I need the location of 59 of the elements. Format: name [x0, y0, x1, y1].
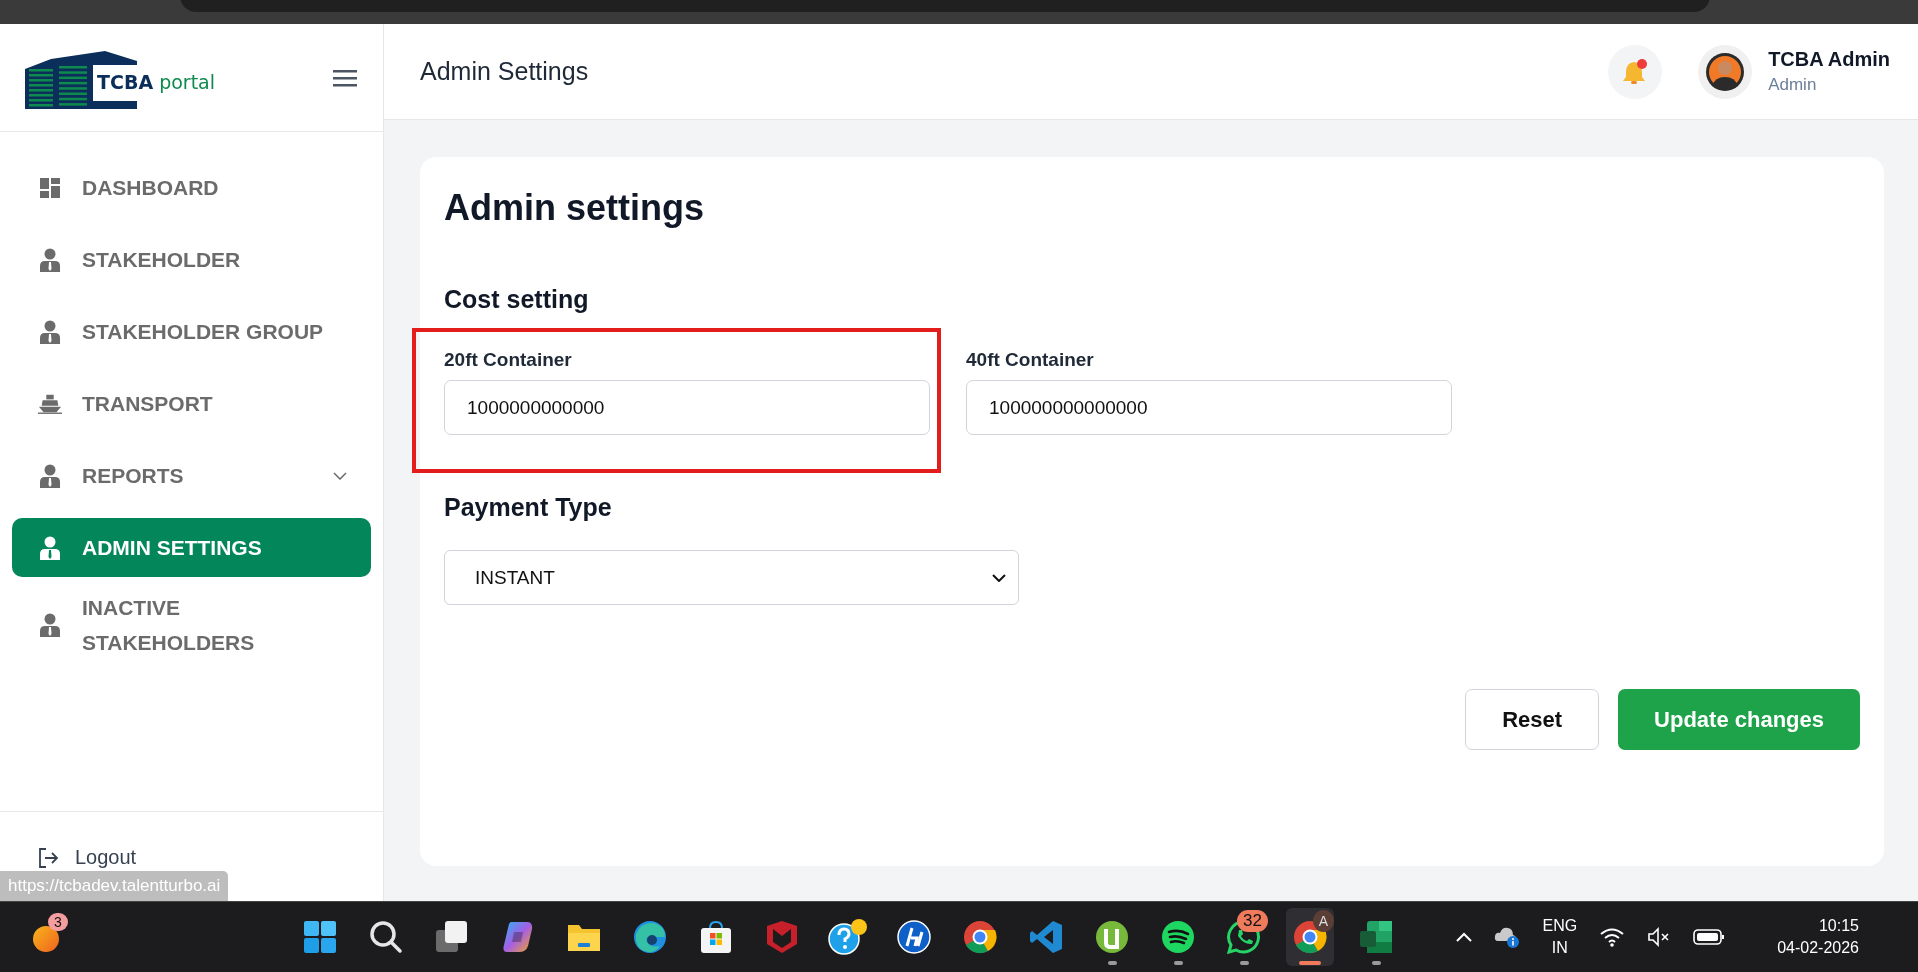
person-icon: [38, 247, 62, 272]
shopping-bag-icon: [699, 920, 733, 954]
section-title: Payment Type: [444, 493, 613, 522]
swirl-globe-icon: [633, 920, 667, 954]
cloud-icon[interactable]: [1494, 925, 1521, 949]
nav-item[interactable]: TRANSPORT: [12, 374, 371, 433]
search-icon: [369, 920, 403, 954]
user-name: TCBA Admin: [1768, 48, 1890, 71]
code-editor-icon: [1029, 920, 1063, 954]
logout-link[interactable]: Logout: [37, 846, 137, 869]
app-badge: A: [1312, 910, 1334, 932]
person-icon: [38, 535, 62, 560]
speaker-muted-icon[interactable]: [1647, 927, 1672, 947]
clock[interactable]: 10:15 04-02-2026: [1777, 915, 1859, 959]
ship-icon: [38, 392, 62, 415]
dashboard-icon: [38, 176, 62, 199]
shield-icon: [765, 920, 799, 954]
reset-button[interactable]: Reset: [1465, 689, 1600, 750]
task-view-icon: [435, 920, 469, 954]
nav-item[interactable]: STAKEHOLDER: [12, 230, 371, 289]
taskbar-app[interactable]: 32: [1220, 908, 1268, 966]
logo-text: TCBA portal: [97, 70, 215, 93]
taskbar-app[interactable]: A: [1286, 908, 1334, 966]
spreadsheet-icon: [1359, 920, 1393, 954]
person-icon: [38, 319, 62, 344]
browser-icon: [963, 920, 997, 954]
person-icon: [38, 613, 62, 637]
caret-icon: [992, 573, 1006, 582]
nav-item[interactable]: STAKEHOLDER GROUP: [12, 302, 371, 361]
ribbon-loop-icon: [501, 920, 535, 954]
logout-icon: [37, 846, 59, 869]
torrent-icon: [1095, 920, 1129, 954]
folder-icon: [567, 922, 601, 952]
input-field[interactable]: 100000000000000: [966, 380, 1452, 435]
field-label: 40ft Container: [966, 349, 1095, 371]
field-label: 20ft Container: [444, 349, 573, 371]
nav-item[interactable]: INACTIVE STAKEHOLDERS: [12, 590, 371, 660]
nav-item[interactable]: DASHBOARD: [12, 158, 371, 217]
input-field[interactable]: 1000000000000: [444, 380, 930, 435]
payment-type-select[interactable]: INSTANT: [444, 550, 1019, 605]
page-title: Admin Settings: [420, 57, 590, 86]
notification-badge: 3: [48, 913, 68, 931]
app-badge: 32: [1237, 910, 1268, 932]
menu-icon[interactable]: [333, 67, 357, 88]
section-title: Cost setting: [444, 285, 590, 314]
user-role: Admin: [1768, 75, 1818, 95]
logo-icon: [897, 920, 931, 954]
widgets-button[interactable]: 3: [24, 908, 72, 966]
windows-icon: [303, 920, 337, 954]
card-title: Admin settings: [444, 187, 705, 229]
chevron-up-icon[interactable]: [1456, 932, 1473, 942]
nav-item[interactable]: REPORTS: [12, 446, 371, 505]
link-url-tooltip: https://tcbadev.talentturbo.ai: [0, 871, 229, 901]
battery-icon[interactable]: [1693, 928, 1726, 946]
input-language[interactable]: ENG IN: [1542, 915, 1578, 959]
nav-item[interactable]: ADMIN SETTINGS: [12, 518, 371, 577]
music-icon: [1161, 920, 1195, 954]
person-icon: [38, 463, 62, 488]
wifi-icon[interactable]: [1599, 927, 1626, 947]
